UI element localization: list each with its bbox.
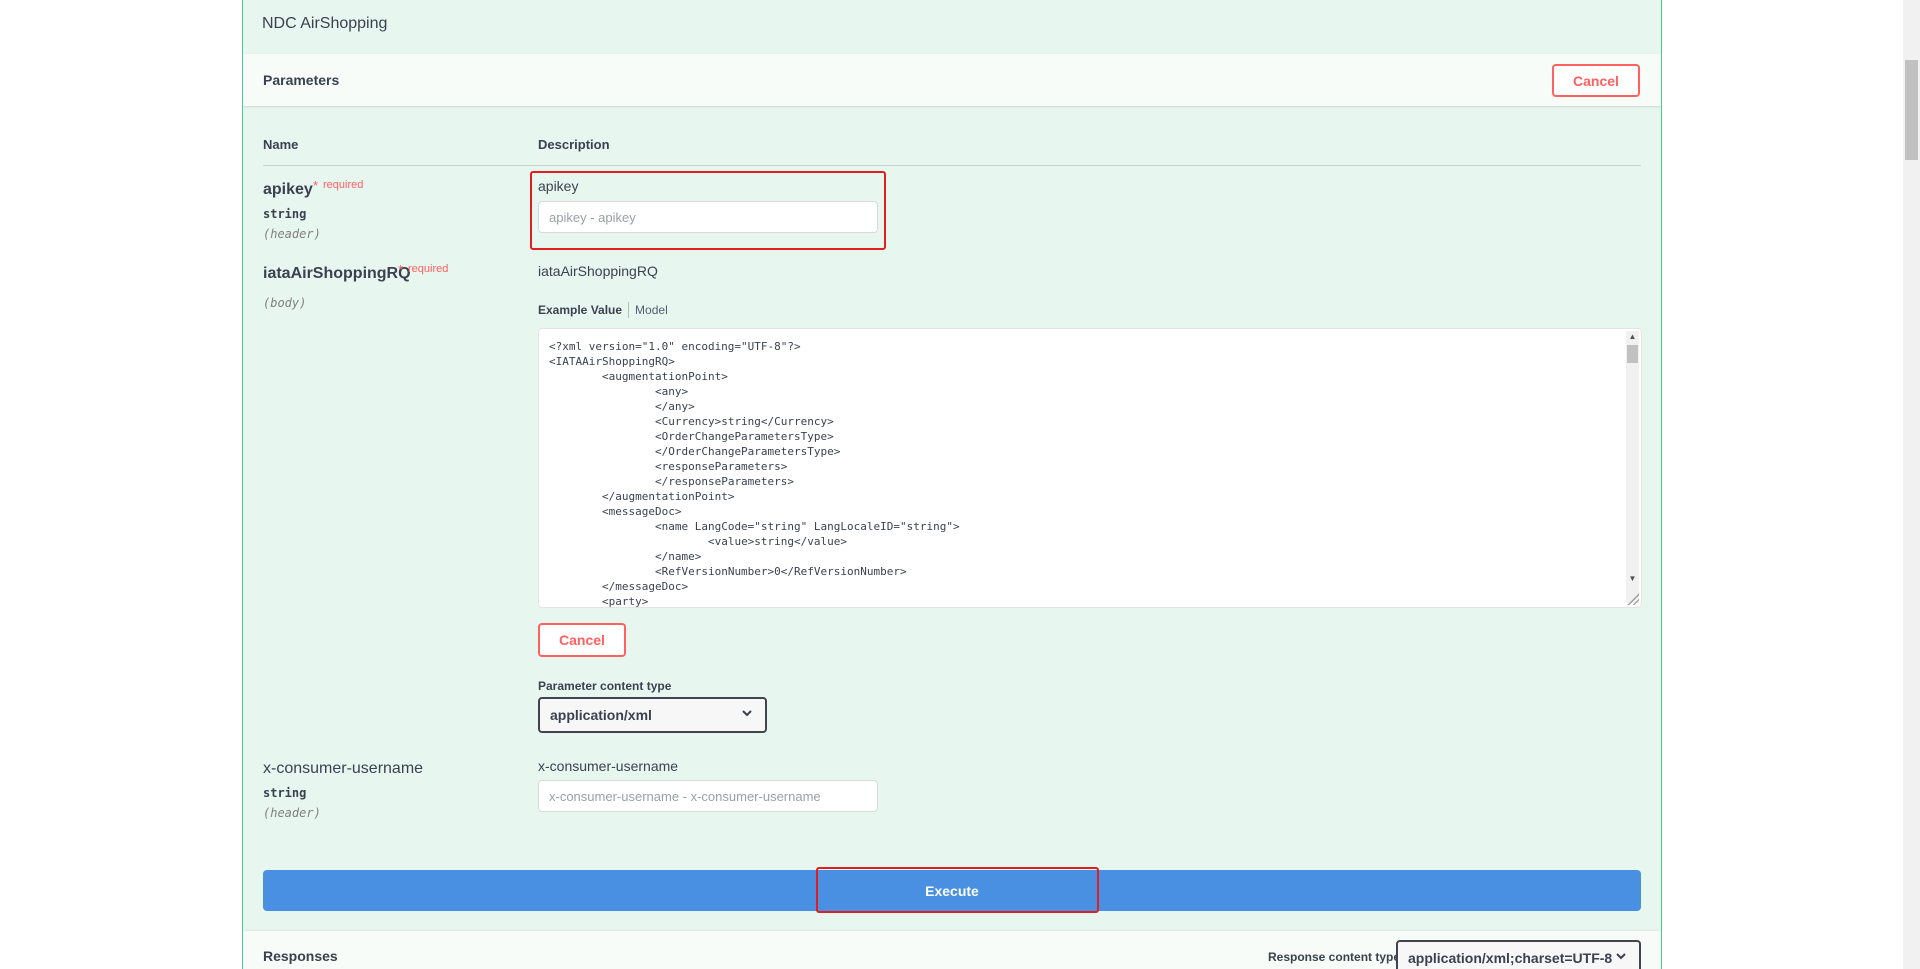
param-description-iataairshoppingrq: iataAirShoppingRQ	[538, 263, 658, 279]
required-star: *	[313, 178, 319, 193]
parameter-content-type-value: application/xml	[550, 707, 652, 723]
responses-title: Responses	[263, 948, 338, 964]
tab-example-value[interactable]: Example Value	[538, 303, 628, 317]
body-xml-textarea[interactable]: <?xml version="1.0" encoding="UTF-8"?> <…	[538, 328, 1642, 608]
response-content-type-label: Response content type	[1268, 950, 1401, 964]
apikey-highlight-box	[530, 171, 886, 250]
param-name-x-consumer-username: x-consumer-username	[263, 760, 424, 777]
scroll-down-arrow-icon[interactable]: ▼	[1626, 573, 1639, 585]
scroll-up-arrow-icon[interactable]: ▲	[1626, 331, 1639, 343]
required-star: *	[398, 262, 404, 277]
example-model-tabs: Example Value Model	[538, 302, 668, 318]
operation-block-post: NDC AirShopping Parameters Cancel Name D…	[242, 0, 1662, 969]
resize-grip-icon[interactable]	[1626, 592, 1639, 605]
x-consumer-username-input[interactable]	[538, 780, 878, 812]
param-type-apikey: string	[263, 207, 307, 221]
param-description-x-consumer-username: x-consumer-username	[538, 758, 679, 774]
response-content-type-value: application/xml;charset=UTF-8	[1408, 950, 1613, 966]
chevron-down-icon	[742, 710, 752, 717]
parameter-content-type-label: Parameter content type	[538, 679, 672, 693]
param-name-iataairshoppingrq: iataAirShoppingRQ	[263, 265, 411, 282]
body-cancel-button[interactable]: Cancel	[538, 623, 626, 657]
page-scroll-thumb[interactable]	[1905, 60, 1918, 160]
required-label: required	[323, 179, 364, 191]
response-content-type-select[interactable]: application/xml;charset=UTF-8	[1396, 940, 1641, 969]
operation-summary[interactable]: NDC AirShopping	[243, 0, 1661, 52]
parameters-title: Parameters	[263, 72, 340, 88]
textarea-scroll-thumb[interactable]	[1627, 345, 1638, 363]
parameter-content-type-select[interactable]: application/xml	[538, 697, 767, 733]
param-location-apikey: (header)	[263, 227, 321, 241]
param-location-iataairshoppingrq: (body)	[263, 296, 307, 310]
param-name-apikey: apikey	[263, 181, 313, 198]
param-location-x-consumer-username: (header)	[263, 806, 321, 820]
param-type-x-consumer-username: string	[263, 786, 307, 800]
required-label: required	[408, 263, 449, 275]
textarea-scrollbar[interactable]: ▲ ▼	[1626, 331, 1639, 603]
parameters-header: Parameters Cancel	[243, 54, 1661, 106]
column-header-description: Description	[538, 137, 610, 152]
column-header-name: Name	[263, 137, 299, 152]
chevron-down-icon	[1616, 953, 1626, 960]
tab-model[interactable]: Model	[629, 303, 668, 317]
responses-header: Responses Response content type applicat…	[243, 931, 1661, 969]
execute-highlight-box	[816, 867, 1099, 913]
column-header-divider	[263, 165, 1641, 166]
body-xml-content[interactable]: <?xml version="1.0" encoding="UTF-8"?> <…	[549, 339, 960, 607]
operation-summary-text: NDC AirShopping	[262, 15, 388, 32]
page-scrollbar[interactable]	[1903, 0, 1920, 969]
try-out-cancel-button[interactable]: Cancel	[1552, 64, 1640, 97]
